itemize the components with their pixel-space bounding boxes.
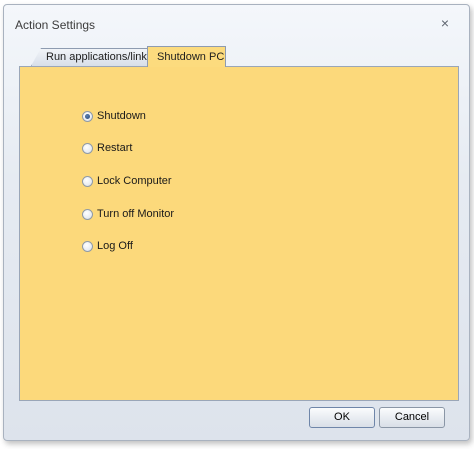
radio-unchecked-icon[interactable] [82,240,93,252]
option-label: Shutdown [97,110,146,122]
action-settings-dialog: Action Settings × Run applications/links… [3,4,470,441]
option-label: Log Off [97,240,133,252]
option-log-off[interactable]: Log Off [82,238,133,254]
option-label: Lock Computer [97,175,172,187]
cancel-button[interactable]: Cancel [379,407,445,428]
close-icon[interactable]: × [438,15,452,31]
option-turn-off-monitor[interactable]: Turn off Monitor [82,206,174,222]
radio-unchecked-icon[interactable] [82,175,93,187]
option-label: Restart [97,142,133,154]
radio-checked-icon[interactable] [82,110,93,122]
tab-run-applications[interactable]: Run applications/links [31,48,149,66]
option-restart[interactable]: Restart [82,140,132,156]
option-lock-computer[interactable]: Lock Computer [82,173,172,189]
option-shutdown[interactable]: Shutdown [82,108,146,124]
ok-button[interactable]: OK [309,407,375,428]
radio-unchecked-icon[interactable] [82,142,93,154]
radio-unchecked-icon[interactable] [82,208,93,220]
window-title: Action Settings [15,18,96,32]
tab-shutdown-pc[interactable]: Shutdown PC [147,46,226,67]
shutdown-options-panel: Shutdown Restart Lock Computer Turn off … [19,66,459,401]
tab-strip: Run applications/links Shutdown PC [19,44,459,67]
option-label: Turn off Monitor [97,208,175,220]
